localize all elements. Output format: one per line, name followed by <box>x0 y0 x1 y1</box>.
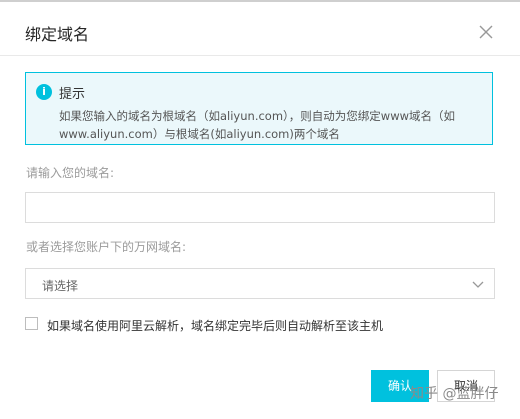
account-domain-label: 或者选择您账户下的万网域名: <box>26 240 187 254</box>
close-icon[interactable] <box>476 22 496 42</box>
select-value: 请选择 <box>42 279 79 293</box>
domain-input-label: 请输入您的域名: <box>26 166 115 180</box>
auto-parse-checkbox[interactable] <box>25 317 38 330</box>
domain-input[interactable] <box>25 192 495 223</box>
watermark: 知乎 @蓝胖仔 <box>410 386 499 402</box>
info-icon: i <box>36 84 52 100</box>
auto-parse-label: 如果域名使用阿里云解析，域名绑定完毕后则自动解析至该主机 <box>47 319 384 333</box>
dialog-title: 绑定域名 <box>25 25 90 44</box>
notice-title: 提示 <box>59 87 86 102</box>
notice-body: 如果您输入的域名为根域名（如aliyun.com），则自动为您绑定www域名（如… <box>59 109 455 141</box>
header-divider <box>0 55 520 56</box>
chevron-down-icon <box>472 281 484 288</box>
account-domain-select[interactable]: 请选择 <box>25 268 495 299</box>
notice-box: i 提示 如果您输入的域名为根域名（如aliyun.com），则自动为您绑定ww… <box>25 72 493 145</box>
